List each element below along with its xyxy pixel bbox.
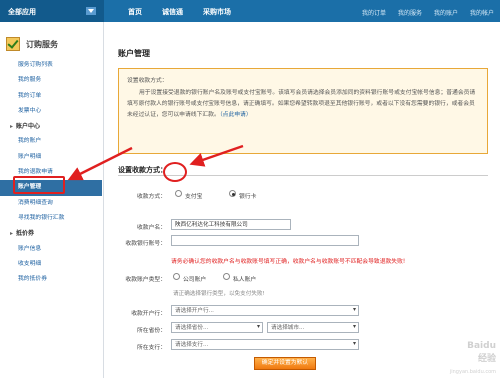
province-select[interactable]: 请选择省份... — [171, 322, 263, 333]
nav-chengxintong[interactable]: 诚信通 — [152, 0, 193, 22]
checkmark-icon — [6, 37, 20, 51]
watermark-line1: Baidu — [467, 341, 496, 351]
user-nav: 我的订单 我的服务 我的账户 我的帐户 — [350, 0, 494, 22]
province-label: 所在省份： — [137, 328, 166, 334]
account-name-label: 收款户名： — [137, 225, 166, 231]
error-message: 请务必确认您的收款户名与收款账号填写正确，收款户名与收款账号不匹配会导致退款失败… — [171, 259, 406, 265]
account-name-input[interactable]: 陕西亿利达化工科技有限公司 — [171, 219, 291, 230]
sidebar-item[interactable]: 寻找我的银行汇款 — [0, 211, 104, 226]
bank-label: 收款开户行： — [131, 311, 166, 317]
bank-select[interactable]: 请选择开户行... — [171, 305, 359, 316]
method-label: 收款方式： — [137, 194, 166, 200]
radio-company-account-label: 公司账户 — [183, 277, 207, 283]
highlight-circle-alipay — [163, 162, 187, 182]
sidebar-item[interactable]: 账户信息 — [0, 242, 104, 257]
account-type-hint: 请正确选择银行类型，以免支付失败! — [173, 291, 265, 297]
submit-set-default-button[interactable]: 确定并设置为默认 — [254, 357, 316, 370]
user-link-orders[interactable]: 我的订单 — [350, 0, 386, 22]
account-number-input[interactable] — [171, 235, 359, 246]
account-number-label: 收款银行账号： — [125, 241, 166, 247]
notice-body-text: 用于设置接受退款的银行账户名及账号或支付宝账号。该填写会员请选择会员添加同的资料… — [127, 90, 476, 118]
main-nav: 首页 诚信通 采购市场 — [118, 0, 241, 22]
nav-home[interactable]: 首页 — [118, 0, 152, 22]
notice-title: 设置收款方式： — [127, 78, 168, 84]
sidebar: 订购服务 服务订购列表我的服务我的订单发票中心账户中心我的账户账户明细我的退款申… — [0, 22, 104, 378]
radio-bankcard-label: 银行卡 — [239, 194, 257, 200]
sidebar-item[interactable]: 我的订单 — [0, 89, 104, 104]
all-apps-menu[interactable]: 全部应用 — [0, 0, 104, 22]
sidebar-item[interactable]: 收支明细 — [0, 257, 104, 272]
baidu-watermark: Baidu 经验 jingyan.baidu.com — [400, 340, 496, 375]
radio-company-account[interactable] — [173, 273, 180, 280]
nav-procurement[interactable]: 采购市场 — [193, 0, 241, 22]
radio-bankcard[interactable] — [229, 190, 236, 197]
chevron-down-icon[interactable] — [86, 7, 96, 15]
user-link-account-2[interactable]: 我的帐户 — [458, 0, 494, 22]
sidebar-item[interactable]: 我的账户 — [0, 134, 104, 149]
sidebar-item[interactable]: 账户明细 — [0, 150, 104, 165]
section-title: 设置收款方式： — [118, 166, 167, 174]
radio-personal-account-label: 私人账户 — [233, 277, 257, 283]
watermark-line3: jingyan.baidu.com — [449, 369, 496, 375]
branch-label: 所在支行： — [137, 345, 166, 351]
sidebar-item[interactable]: 我的服务 — [0, 73, 104, 88]
apply-link[interactable]: （点此申请） — [220, 112, 252, 118]
watermark-line2: 经验 — [477, 354, 496, 364]
notice-body: 用于设置接受退款的银行账户名及账号或支付宝账号。该填写会员请选择会员添加同的资料… — [127, 88, 479, 121]
sidebar-list: 服务订购列表我的服务我的订单发票中心账户中心我的账户账户明细我的退款申请账户管理… — [0, 58, 104, 287]
sidebar-item[interactable]: 我的抵价券 — [0, 272, 104, 287]
user-link-account[interactable]: 我的账户 — [422, 0, 458, 22]
sidebar-header: 订购服务 — [6, 34, 58, 54]
sidebar-header-label: 订购服务 — [26, 39, 58, 49]
all-apps-label: 全部应用 — [8, 8, 36, 16]
top-nav-bar: 全部应用 首页 诚信通 采购市场 我的订单 我的服务 我的账户 我的帐户 — [0, 0, 500, 22]
notice-box: 设置收款方式： 用于设置接受退款的银行账户名及账号或支付宝账号。该填写会员请选择… — [118, 68, 488, 154]
sidebar-item[interactable]: 服务订购列表 — [0, 58, 104, 73]
sidebar-section[interactable]: 账户中心 — [0, 119, 104, 134]
sidebar-section[interactable]: 抵价券 — [0, 226, 104, 241]
sidebar-item[interactable]: 发票中心 — [0, 104, 104, 119]
main-content: 账户管理 设置收款方式： 用于设置接受退款的银行账户名及账号或支付宝账号。该填写… — [104, 22, 500, 378]
radio-alipay[interactable] — [175, 190, 182, 197]
city-select[interactable]: 请选择城市... — [267, 322, 359, 333]
branch-select[interactable]: 请选择支行... — [171, 339, 359, 350]
sidebar-item[interactable]: 消费明细查询 — [0, 196, 104, 211]
account-type-label: 收款账户类型： — [125, 277, 166, 283]
radio-personal-account[interactable] — [223, 273, 230, 280]
radio-alipay-label: 支付宝 — [185, 194, 203, 200]
highlight-box-account-management — [13, 176, 65, 194]
user-link-services[interactable]: 我的服务 — [386, 0, 422, 22]
page-title: 账户管理 — [118, 49, 150, 58]
